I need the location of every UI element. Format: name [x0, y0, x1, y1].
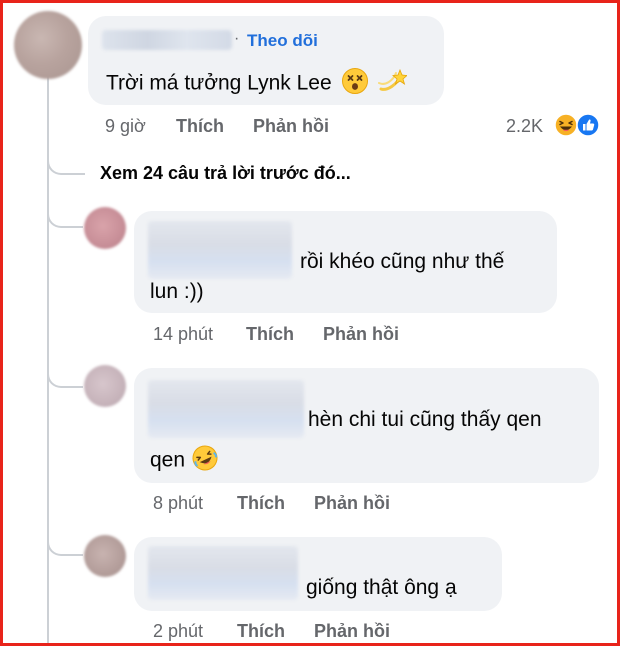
reply-bubble: giống thật ông ạ	[134, 537, 502, 611]
reply-bubble: rồi khéo cũng như thế lun :))	[134, 211, 557, 313]
replier-name[interactable]	[148, 546, 298, 600]
dizzy-face-emoji	[341, 67, 369, 101]
reply-text-line2: qen	[150, 448, 186, 472]
reply-text-line1: rồi khéo cũng như thế	[300, 250, 505, 273]
reply-button[interactable]: Phản hồi	[253, 116, 329, 137]
avatar[interactable]	[84, 535, 126, 577]
reply-text-line2: lun :))	[150, 280, 204, 303]
replier-name[interactable]	[148, 380, 304, 438]
reaction-count[interactable]: 2.2K	[506, 116, 543, 137]
comment-text: Trời má tưởng Lynk Lee	[106, 67, 409, 101]
like-button[interactable]: Thích	[176, 116, 224, 137]
comment-bubble: · Theo dõi Trời má tưởng Lynk Lee	[88, 16, 444, 105]
like-icon[interactable]	[576, 113, 600, 137]
separator-dot: ·	[234, 30, 240, 47]
like-button[interactable]: Thích	[246, 324, 294, 345]
reply-time[interactable]: 8 phút	[153, 493, 203, 514]
avatar[interactable]	[14, 11, 82, 79]
comment-text-content: Trời má tưởng Lynk Lee	[106, 71, 332, 95]
view-previous-replies-link[interactable]: Xem 24 câu trả lời trước đó...	[100, 163, 351, 184]
rolling-on-floor-laughing-emoji	[191, 444, 219, 478]
reply-text-content: giống thật ông ạ	[306, 576, 457, 599]
reply-button[interactable]: Phản hồi	[314, 493, 390, 514]
like-button[interactable]: Thích	[237, 621, 285, 642]
like-button[interactable]: Thích	[237, 493, 285, 514]
thread-connector	[47, 202, 83, 228]
reply-text-line2-wrap: qen	[150, 444, 219, 478]
thread-connector	[47, 362, 83, 388]
reply-time[interactable]: 14 phút	[153, 324, 213, 345]
avatar[interactable]	[84, 207, 126, 249]
replier-name[interactable]	[148, 221, 292, 279]
dizzy-star-emoji	[377, 67, 409, 101]
thread-connector	[47, 530, 83, 556]
reply-button[interactable]: Phản hồi	[323, 324, 399, 345]
reply-bubble: hèn chi tui cũng thấy qen qen	[134, 368, 599, 483]
haha-icon[interactable]	[554, 113, 578, 137]
commenter-name[interactable]	[102, 30, 232, 50]
reply-time[interactable]: 2 phút	[153, 621, 203, 642]
follow-link[interactable]: Theo dõi	[247, 31, 318, 51]
comment-time[interactable]: 9 giờ	[105, 116, 146, 137]
avatar[interactable]	[84, 365, 126, 407]
reply-text-line1: hèn chi tui cũng thấy qen	[308, 408, 542, 431]
reply-button[interactable]: Phản hồi	[314, 621, 390, 642]
thread-connector	[47, 149, 85, 175]
